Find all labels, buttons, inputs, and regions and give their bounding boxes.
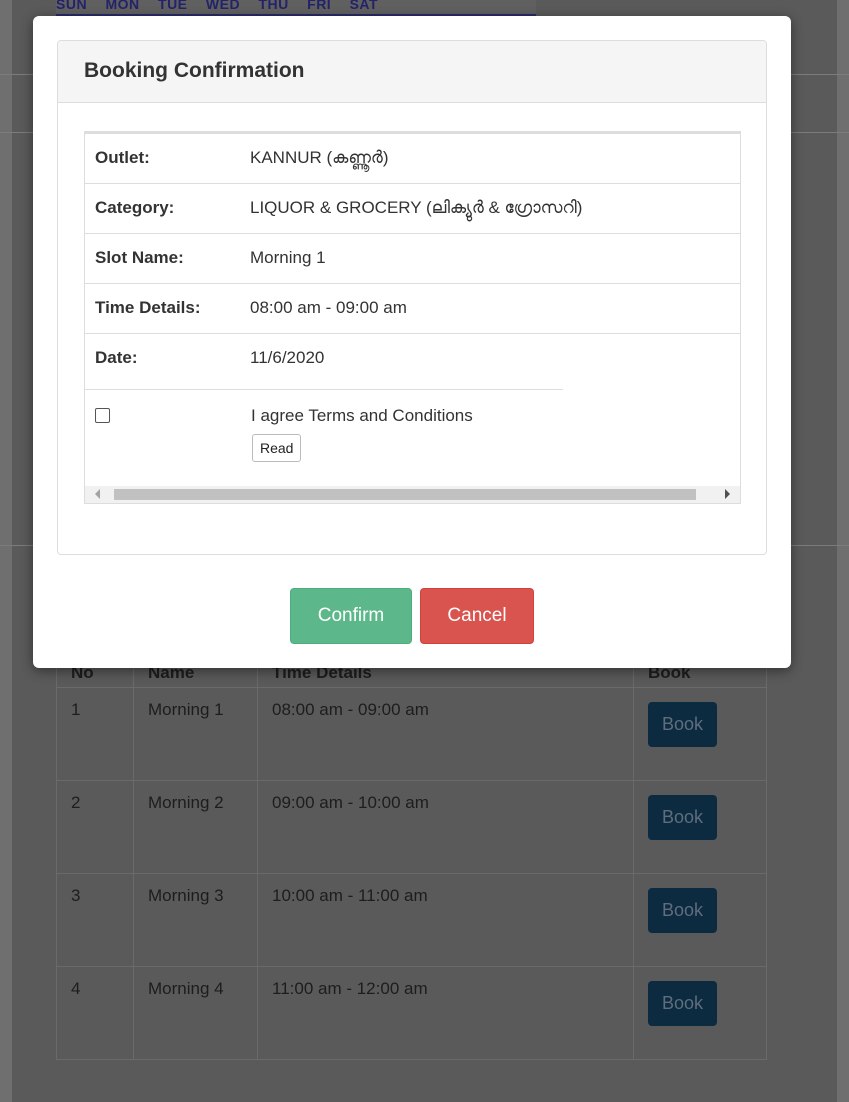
slot-time: 10:00 am - 11:00 am [257,873,634,967]
table-row: 1 Morning 1 08:00 am - 09:00 am Book [56,687,767,781]
detail-row-outlet: Outlet: KANNUR (കണ്ണൂർ) [85,132,740,183]
terms-checkbox[interactable] [95,408,110,423]
day-sat: SAT [349,0,379,12]
read-terms-button[interactable]: Read [252,434,302,462]
slot-name: Morning 2 [133,780,258,874]
slot-name: Morning 4 [133,966,258,1060]
detail-label: Category: [85,182,240,233]
day-mon: MON [105,0,140,12]
booking-details-table: Outlet: KANNUR (കണ്ണൂർ) Category: LIQUOR… [85,132,740,383]
booking-panel: Booking Confirmation Outlet: KANNUR (കണ്… [57,40,767,555]
table-row: 2 Morning 2 09:00 am - 10:00 am Book [56,780,767,874]
scroll-left-arrow-icon[interactable] [95,489,100,499]
detail-row-slot-name: Slot Name: Morning 1 [85,232,740,283]
detail-label: Slot Name: [85,232,240,283]
day-tue: TUE [158,0,188,12]
slot-no: 3 [56,873,134,967]
slot-name: Morning 1 [133,687,258,781]
detail-row-category: Category: LIQUOR & GROCERY (ലിക്യുർ & ഗ്… [85,182,740,233]
book-button[interactable]: Book [648,702,718,747]
scrollbar-thumb[interactable] [114,489,696,500]
detail-row-date: Date: 11/6/2020 [85,332,740,383]
slot-no: 1 [56,687,134,781]
slot-name: Morning 3 [133,873,258,967]
detail-label: Time Details: [85,282,240,333]
slot-no: 4 [56,966,134,1060]
detail-value: 11/6/2020 [240,332,740,383]
detail-value: 08:00 am - 09:00 am [240,282,740,333]
booking-confirmation-modal: Booking Confirmation Outlet: KANNUR (കണ്… [33,16,791,668]
confirm-button[interactable]: Confirm [290,588,412,644]
terms-row: I agree Terms and Conditions Read [85,389,563,470]
cancel-button[interactable]: Cancel [420,588,534,644]
detail-row-time: Time Details: 08:00 am - 09:00 am [85,282,740,333]
scroll-right-arrow-icon[interactable] [725,489,730,499]
slot-time: 11:00 am - 12:00 am [257,966,634,1060]
detail-label: Outlet: [85,132,240,183]
table-row: 4 Morning 4 11:00 am - 12:00 am Book [56,966,767,1060]
modal-title: Booking Confirmation [58,41,766,103]
slot-time: 08:00 am - 09:00 am [257,687,634,781]
booking-details-scroll[interactable]: Outlet: KANNUR (കണ്ണൂർ) Category: LIQUOR… [84,131,741,504]
terms-label: I agree Terms and Conditions [251,406,473,425]
day-fri: FRI [307,0,332,12]
day-sun: SUN [56,0,88,12]
detail-value: LIQUOR & GROCERY (ലിക്യുർ & ഗ്രോസറി) [240,182,740,233]
detail-value: Morning 1 [240,232,740,283]
book-button[interactable]: Book [648,888,718,933]
detail-value: KANNUR (കണ്ണൂർ) [240,132,740,183]
table-row: 3 Morning 3 10:00 am - 11:00 am Book [56,873,767,967]
book-button[interactable]: Book [648,981,718,1026]
slots-table: No Name Time Details Book 1 Morning 1 08… [56,640,767,1060]
horizontal-scrollbar[interactable] [85,486,740,503]
book-button[interactable]: Book [648,795,718,840]
slot-no: 2 [56,780,134,874]
day-thu: THU [258,0,289,12]
slot-time: 09:00 am - 10:00 am [257,780,634,874]
week-day-strip: SUN MON TUE WED THU FRI SAT [56,0,536,16]
day-wed: WED [205,0,241,12]
detail-label: Date: [85,332,240,383]
